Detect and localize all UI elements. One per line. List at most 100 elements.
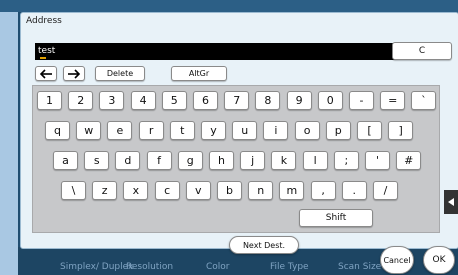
key-4-2[interactable]: z xyxy=(92,181,118,200)
key-4-10[interactable]: . xyxy=(341,181,367,200)
key-2-12[interactable]: ] xyxy=(388,121,414,140)
key-3-1[interactable]: a xyxy=(53,151,78,170)
key-label: x xyxy=(132,184,140,197)
key-label: 5 xyxy=(170,94,178,107)
key-2-5[interactable]: t xyxy=(169,121,195,140)
key-label: . xyxy=(352,184,357,197)
arrow-right-icon xyxy=(68,68,81,79)
key-3-5[interactable]: g xyxy=(177,151,203,170)
key-4-11[interactable]: / xyxy=(373,181,398,200)
shift-key[interactable]: Shift xyxy=(299,209,373,227)
key-1-7[interactable]: 7 xyxy=(224,91,250,110)
key-2-8[interactable]: i xyxy=(263,121,289,140)
key-4-9[interactable]: , xyxy=(310,181,336,200)
side-panel-tab[interactable] xyxy=(444,190,458,214)
key-1-6[interactable]: 6 xyxy=(193,91,218,110)
delete-button[interactable]: Delete xyxy=(95,66,145,81)
key-label: m xyxy=(286,184,298,197)
key-label: # xyxy=(404,154,414,167)
altgr-button-label: AltGr xyxy=(188,69,210,78)
key-1-12[interactable]: = xyxy=(380,91,406,110)
key-2-2[interactable]: w xyxy=(76,121,102,140)
key-label: 7 xyxy=(233,94,241,107)
keyboard-panel: 1 2 3 4 5 6 7 8 9 0- = ` q w e r t y u i o p[] a s d f g h j k l; ' # … xyxy=(32,85,440,233)
key-2-7[interactable]: u xyxy=(232,121,258,140)
cursor-left-button[interactable] xyxy=(35,66,57,81)
key-2-4[interactable]: r xyxy=(138,121,164,140)
key-1-4[interactable]: 4 xyxy=(130,91,156,110)
key-label: k xyxy=(280,154,288,167)
key-1-3[interactable]: 3 xyxy=(99,91,125,110)
key-3-3[interactable]: d xyxy=(115,151,141,170)
key-3-11[interactable]: ' xyxy=(365,151,390,170)
key-label: 4 xyxy=(139,94,147,107)
arrow-left-icon xyxy=(39,68,52,79)
key-3-12[interactable]: # xyxy=(396,151,422,170)
key-3-2[interactable]: s xyxy=(84,151,110,170)
key-3-8[interactable]: k xyxy=(271,151,297,170)
cancel-button[interactable]: Cancel xyxy=(380,246,414,274)
key-label: n xyxy=(257,184,265,197)
cancel-button-label: Cancel xyxy=(383,255,411,265)
key-label: c xyxy=(164,184,171,197)
cursor-right-button[interactable] xyxy=(63,66,85,81)
key-label: - xyxy=(359,94,364,107)
key-1-10[interactable]: 0 xyxy=(317,91,343,110)
background-tab-color: Color xyxy=(206,262,230,272)
key-2-11[interactable]: [ xyxy=(357,121,382,140)
key-1-8[interactable]: 8 xyxy=(255,91,281,110)
text-cursor xyxy=(40,57,46,59)
key-label: u xyxy=(241,124,249,137)
key-4-6[interactable]: b xyxy=(217,181,242,200)
address-input[interactable]: test xyxy=(35,43,410,60)
key-label: b xyxy=(226,184,233,197)
triangle-left-icon xyxy=(448,198,454,206)
key-label: ` xyxy=(421,94,427,107)
dialog-title: Address xyxy=(26,16,62,26)
key-4-7[interactable]: n xyxy=(248,181,274,200)
ok-button[interactable]: OK xyxy=(423,246,455,274)
key-label: z xyxy=(101,184,108,197)
next-destination-label: Next Dest. xyxy=(242,240,286,250)
key-2-6[interactable]: y xyxy=(201,121,226,140)
key-3-9[interactable]: l xyxy=(302,151,328,170)
key-4-1[interactable]: \ xyxy=(61,181,86,200)
key-1-11[interactable]: - xyxy=(349,91,374,110)
key-label: w xyxy=(84,124,94,137)
key-label: j xyxy=(251,154,255,167)
key-label: = xyxy=(388,94,398,107)
key-3-4[interactable]: f xyxy=(146,151,172,170)
key-label: r xyxy=(148,124,154,137)
key-4-4[interactable]: c xyxy=(154,181,180,200)
clear-button[interactable]: C xyxy=(392,42,452,60)
key-label: 2 xyxy=(77,94,85,107)
key-4-8[interactable]: m xyxy=(279,181,305,200)
key-2-1[interactable]: q xyxy=(45,121,70,140)
key-label: l xyxy=(313,154,317,167)
clear-button-label: C xyxy=(418,46,426,56)
key-label: 6 xyxy=(202,94,209,107)
key-label: s xyxy=(93,154,100,167)
key-label: 3 xyxy=(108,94,116,107)
key-label: y xyxy=(210,124,217,137)
key-label: d xyxy=(124,154,132,167)
key-1-2[interactable]: 2 xyxy=(68,91,94,110)
key-1-5[interactable]: 5 xyxy=(161,91,187,110)
key-1-1[interactable]: 1 xyxy=(37,91,62,110)
key-3-10[interactable]: ; xyxy=(333,151,359,170)
key-label: 9 xyxy=(295,94,303,107)
key-label: p xyxy=(334,124,342,137)
key-3-7[interactable]: j xyxy=(240,151,266,170)
key-1-13[interactable]: ` xyxy=(411,91,437,110)
key-2-9[interactable]: o xyxy=(294,121,320,140)
key-2-10[interactable]: p xyxy=(325,121,351,140)
key-label: o xyxy=(303,124,311,137)
key-4-3[interactable]: x xyxy=(123,181,149,200)
altgr-button[interactable]: AltGr xyxy=(171,66,227,81)
key-4-5[interactable]: v xyxy=(185,181,211,200)
key-1-9[interactable]: 9 xyxy=(286,91,312,110)
key-2-3[interactable]: e xyxy=(107,121,133,140)
key-3-6[interactable]: h xyxy=(209,151,234,170)
key-label: g xyxy=(186,154,194,167)
next-destination-button[interactable]: Next Dest. xyxy=(229,236,299,254)
